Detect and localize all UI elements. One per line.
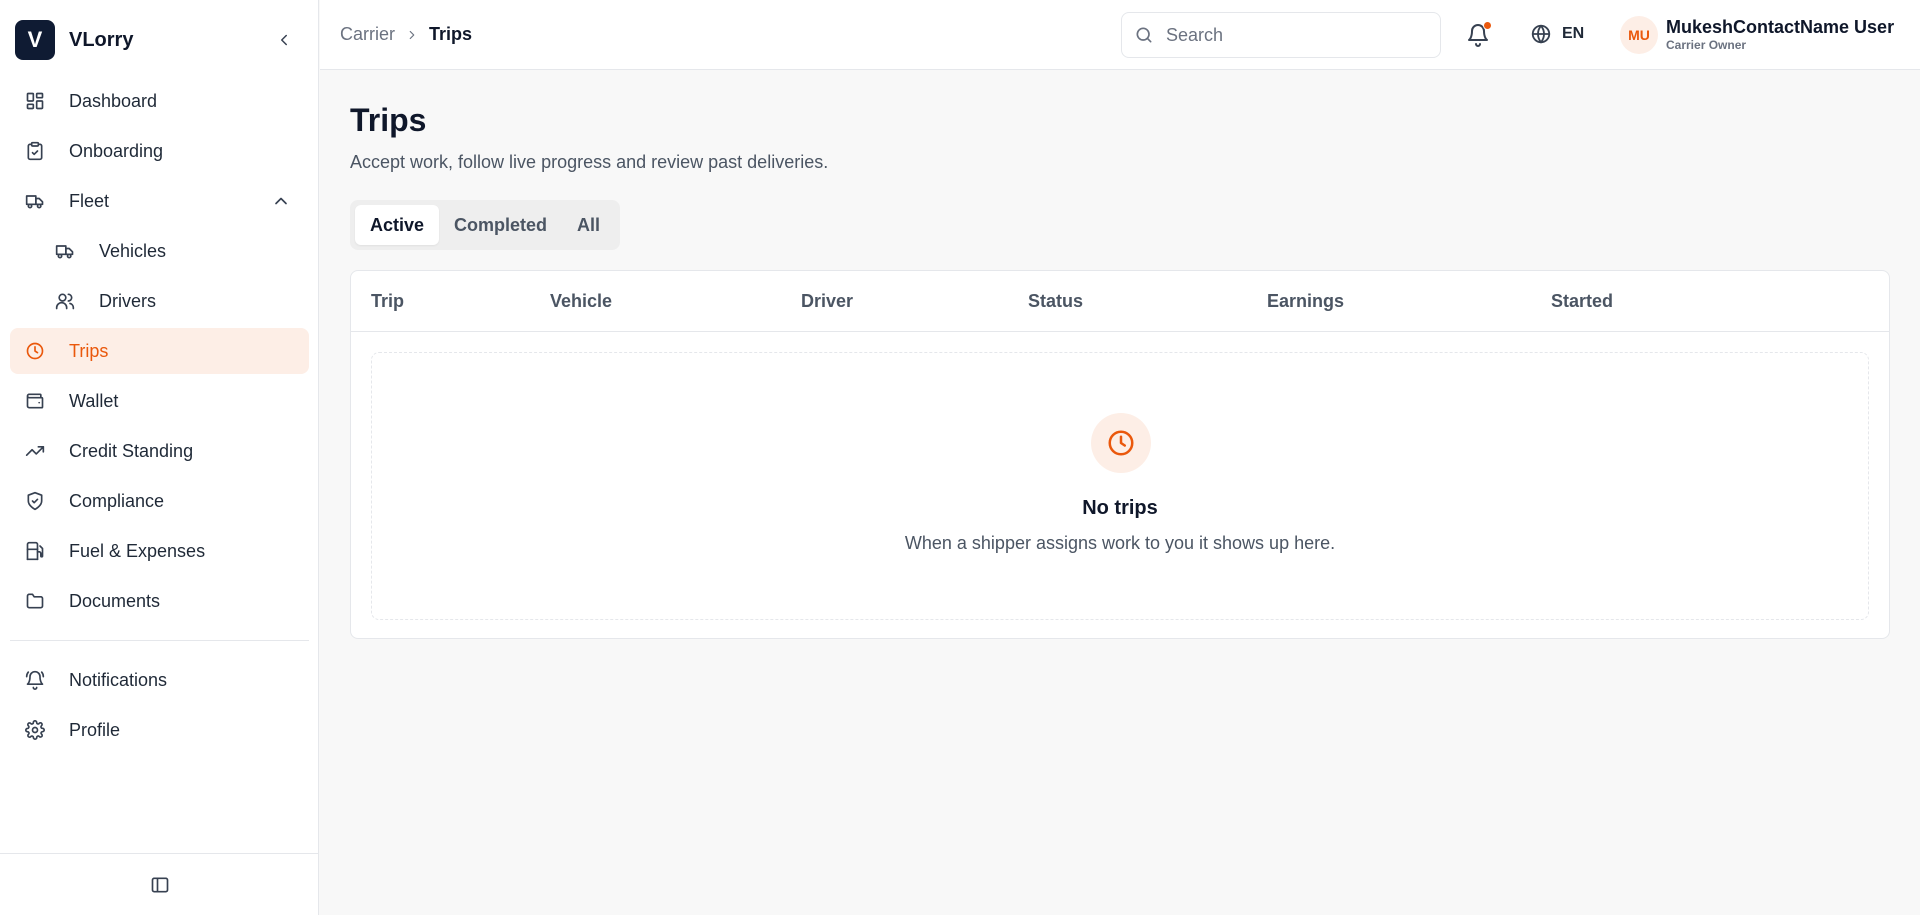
search-box[interactable]: [1121, 12, 1441, 58]
sidebar-item-onboarding[interactable]: Onboarding: [10, 128, 309, 174]
collapse-sidebar-button[interactable]: [272, 28, 296, 52]
user-role: Carrier Owner: [1666, 38, 1747, 52]
brand-name: VLorry: [69, 28, 134, 51]
folder-icon: [26, 593, 44, 609]
brand-logo: V: [15, 20, 55, 60]
sidebar-item-label: Credit Standing: [69, 440, 194, 461]
sidebar-item-label: Documents: [69, 590, 161, 611]
sidebar-item-dashboard[interactable]: Dashboard: [10, 78, 309, 124]
sidebar-item-label: Fleet: [69, 190, 110, 211]
sidebar-divider: [10, 640, 309, 641]
chevron-up-icon: [275, 197, 287, 205]
empty-state-text: When a shipper assigns work to you it sh…: [904, 533, 1336, 553]
clipboard-check-icon: [27, 141, 43, 161]
tab-active[interactable]: Active: [355, 205, 440, 245]
clock-icon: [26, 342, 44, 360]
brand[interactable]: V VLorry: [15, 20, 133, 60]
column-header-earnings: Earnings: [1267, 291, 1345, 311]
truck-icon: [55, 245, 74, 259]
sidebar-item-label: Wallet: [69, 390, 119, 411]
notification-badge: [1483, 21, 1492, 30]
user-menu[interactable]: MU MukeshContactName User Carrier Owner: [1620, 16, 1894, 54]
language-label: EN: [1562, 25, 1585, 42]
gear-icon: [25, 720, 45, 740]
sidebar-item-compliance[interactable]: Compliance: [10, 478, 309, 524]
sidebar-item-trips[interactable]: Trips: [10, 328, 309, 374]
wallet-icon: [26, 393, 44, 409]
dashboard-icon: [26, 92, 44, 110]
sidebar: V VLorry Dashboard Onboarding Fleet Vehi…: [0, 0, 319, 915]
sidebar-item-label: Dashboard: [69, 90, 158, 111]
sidebar-item-drivers[interactable]: Drivers: [10, 278, 309, 324]
sidebar-item-fuel-expenses[interactable]: Fuel & Expenses: [10, 528, 309, 574]
sidebar-item-documents[interactable]: Documents: [10, 578, 309, 624]
sidebar-item-label: Fuel & Expenses: [69, 540, 206, 561]
column-header-started: Started: [1551, 291, 1614, 311]
breadcrumb-carrier[interactable]: Carrier: [340, 24, 395, 45]
toggle-sidebar-button[interactable]: [150, 875, 170, 895]
trip-tabs: Active Completed All: [350, 200, 621, 250]
sidebar-item-profile[interactable]: Profile: [10, 707, 309, 753]
empty-state-icon: [1091, 413, 1151, 473]
fuel-icon: [26, 541, 44, 561]
sidebar-footer: [0, 853, 319, 915]
globe-icon: [1531, 24, 1551, 44]
empty-state: No trips When a shipper assigns work to …: [371, 352, 1869, 620]
panel-left-icon: [151, 877, 168, 892]
bell-ring-icon: [25, 670, 45, 690]
tab-all[interactable]: All: [562, 205, 615, 245]
avatar: MU: [1620, 16, 1658, 54]
breadcrumb: Carrier Trips: [340, 24, 472, 45]
chevron-right-icon: [409, 30, 415, 39]
empty-state-title: No trips: [1082, 497, 1158, 519]
search-input[interactable]: [1166, 24, 1426, 46]
sidebar-item-notifications[interactable]: Notifications: [10, 657, 309, 703]
sidebar-nav: Dashboard Onboarding Fleet Vehicles Driv…: [10, 78, 309, 757]
search-icon: [1136, 27, 1152, 43]
page-subtitle: Accept work, follow live progress and re…: [350, 152, 829, 172]
sidebar-item-vehicles[interactable]: Vehicles: [10, 228, 309, 274]
trips-table: Trip Vehicle Driver Status Earnings Star…: [350, 270, 1890, 639]
users-icon: [55, 293, 75, 310]
column-header-vehicle: Vehicle: [550, 291, 613, 311]
truck-icon: [25, 195, 44, 209]
sidebar-item-label: Trips: [69, 340, 109, 361]
sidebar-item-label: Vehicles: [99, 240, 167, 261]
sidebar-item-wallet[interactable]: Wallet: [10, 378, 309, 424]
page-title: Trips: [350, 102, 427, 138]
top-header: Carrier Trips EN MU MukeshContactName Us…: [320, 0, 1920, 70]
sidebar-item-fleet[interactable]: Fleet: [10, 178, 309, 224]
sidebar-item-label: Profile: [69, 719, 121, 740]
sidebar-item-label: Drivers: [99, 290, 156, 311]
sidebar-item-label: Notifications: [69, 669, 168, 690]
shield-check-icon: [27, 491, 43, 511]
column-header-trip: Trip: [371, 291, 405, 311]
user-name: MukeshContactName User: [1666, 17, 1895, 37]
breadcrumb-trips: Trips: [429, 24, 473, 44]
sidebar-item-label: Compliance: [69, 490, 165, 511]
sidebar-item-label: Onboarding: [69, 140, 164, 161]
main-content: Trips Accept work, follow live progress …: [350, 100, 1890, 639]
user-info: MukeshContactName User Carrier Owner: [1666, 17, 1894, 53]
table-header: Trip Vehicle Driver Status Earnings Star…: [351, 271, 1889, 332]
tab-completed[interactable]: Completed: [439, 205, 562, 245]
trending-up-icon: [25, 446, 45, 456]
chevron-left-icon: [281, 34, 287, 46]
sidebar-item-credit-standing[interactable]: Credit Standing: [10, 428, 309, 474]
language-selector[interactable]: EN: [1530, 23, 1584, 45]
column-header-status: Status: [1028, 291, 1084, 311]
clock-icon: [1108, 430, 1134, 456]
column-header-driver: Driver: [801, 291, 854, 311]
